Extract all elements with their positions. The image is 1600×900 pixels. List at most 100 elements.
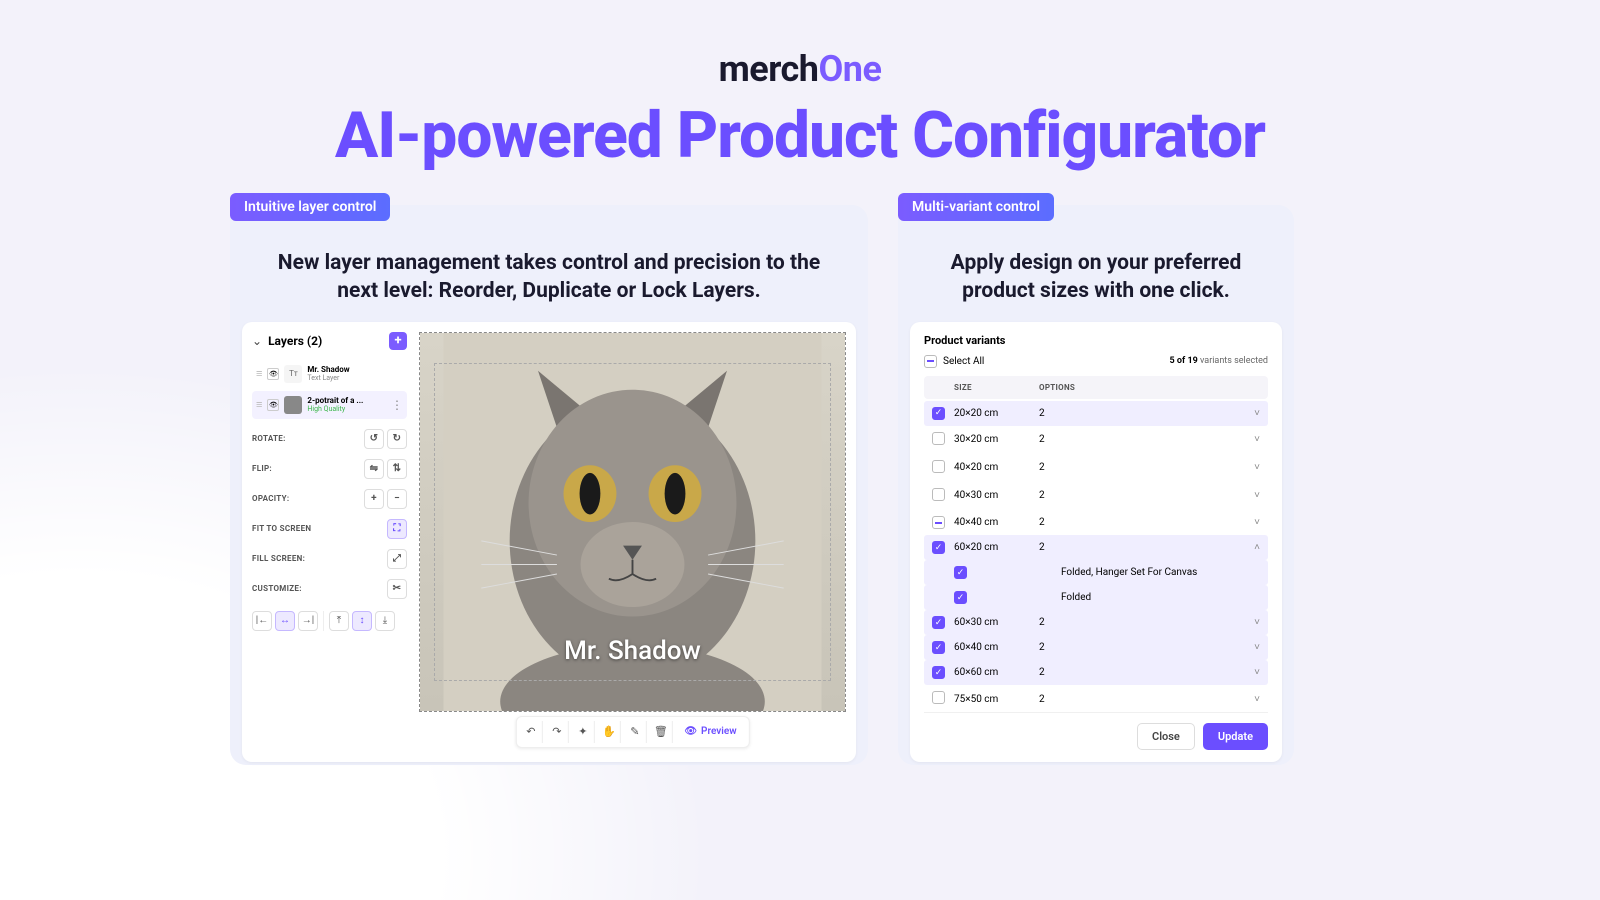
- variant-size: 40×30 cm: [954, 490, 1039, 501]
- variant-options: Folded, Hanger Set For Canvas: [1061, 567, 1240, 578]
- more-icon[interactable]: ⋮: [391, 398, 403, 412]
- layer-row[interactable]: ≡ 👁 2-potrait of a ... High Quality ⋮: [252, 391, 407, 419]
- layer-name: 2-potrait of a ...: [307, 396, 386, 405]
- chevron-down-icon[interactable]: ˅: [1254, 617, 1260, 628]
- variant-checkbox[interactable]: ✓: [932, 641, 945, 654]
- chevron-down-icon[interactable]: ˅: [1254, 490, 1260, 501]
- variant-row[interactable]: ✓60×40 cm2˅: [924, 635, 1268, 660]
- right-pill: Multi-variant control: [898, 193, 1054, 221]
- redo-button[interactable]: ↷: [546, 721, 568, 743]
- preview-button[interactable]: 👁 Preview: [676, 726, 744, 737]
- variant-row[interactable]: ✓ 60×20 cm2 ˄: [924, 535, 1268, 560]
- variant-row[interactable]: 40×40 cm2˅: [924, 510, 1268, 536]
- variant-options: 2: [1039, 542, 1240, 553]
- fill-screen-button[interactable]: ⤢: [387, 549, 407, 569]
- hand-button[interactable]: ✋: [598, 721, 620, 743]
- opacity-up-button[interactable]: +: [364, 489, 384, 509]
- variant-row[interactable]: ✓60×60 cm2˅: [924, 660, 1268, 685]
- chevron-down-icon[interactable]: ˅: [1254, 517, 1260, 528]
- undo-button[interactable]: ↶: [520, 721, 542, 743]
- canvas-area[interactable]: Mr. Shadow ↶ ↷ ✦ ✋ ✎ 🗑 👁 Preview: [419, 332, 846, 752]
- variant-size: 40×20 cm: [954, 462, 1039, 473]
- safe-area-frame: [434, 363, 831, 681]
- chevron-down-icon[interactable]: ˅: [1254, 434, 1260, 445]
- chevron-down-icon[interactable]: ˅: [1254, 462, 1260, 473]
- layer-control-panel: Intuitive layer control New layer manage…: [230, 205, 868, 765]
- col-options: OPTIONS: [1039, 383, 1240, 392]
- rotate-cw-button[interactable]: ↻: [387, 429, 407, 449]
- variant-options: 2: [1039, 462, 1240, 473]
- eye-icon: 👁: [684, 726, 697, 737]
- visibility-toggle[interactable]: 👁: [267, 399, 279, 411]
- close-button[interactable]: Close: [1137, 723, 1195, 750]
- align-bottom-button[interactable]: ⤓: [375, 611, 395, 631]
- select-all-checkbox[interactable]: [924, 355, 937, 368]
- align-left-button[interactable]: |←: [252, 611, 272, 631]
- layers-sidebar: ⌄ Layers (2) + ≡ 👁 Tт Mr. Shadow Text La…: [252, 332, 407, 752]
- drag-handle-icon[interactable]: ≡: [256, 399, 262, 410]
- variant-checkbox[interactable]: [932, 460, 945, 473]
- align-center-h-button[interactable]: ↔: [275, 611, 295, 631]
- rotate-ccw-button[interactable]: ↺: [364, 429, 384, 449]
- col-size: SIZE: [954, 383, 1039, 392]
- variant-row[interactable]: 40×30 cm2 ˅: [924, 482, 1268, 510]
- chevron-down-icon[interactable]: ˅: [1254, 408, 1260, 419]
- variant-size: 60×20 cm: [954, 542, 1039, 553]
- chevron-down-icon[interactable]: ⌄: [252, 334, 262, 348]
- align-right-button[interactable]: →|: [298, 611, 318, 631]
- fit-screen-button[interactable]: ⛶: [387, 519, 407, 539]
- variant-row[interactable]: 40×20 cm2 ˅: [924, 454, 1268, 482]
- variant-checkbox[interactable]: [932, 432, 945, 445]
- variant-row[interactable]: ✓20×20 cm2˅: [924, 401, 1268, 426]
- variant-row[interactable]: 75×50 cm2˅: [924, 685, 1268, 712]
- variant-checkbox[interactable]: [932, 516, 945, 529]
- variant-size: 20×20 cm: [954, 408, 1039, 419]
- flip-v-button[interactable]: ⇅: [387, 459, 407, 479]
- update-button[interactable]: Update: [1203, 723, 1268, 750]
- magic-button[interactable]: ✦: [572, 721, 594, 743]
- canvas-caption[interactable]: Mr. Shadow: [420, 636, 845, 666]
- variant-checkbox[interactable]: ✓: [954, 591, 967, 604]
- variant-control-panel: Multi-variant control Apply design on yo…: [898, 205, 1294, 765]
- variant-subrow[interactable]: ✓ Folded: [924, 585, 1268, 610]
- chevron-down-icon[interactable]: ˅: [1254, 694, 1260, 705]
- add-layer-button[interactable]: +: [389, 332, 407, 350]
- brand-logo: merchOne: [0, 48, 1600, 90]
- customize-button[interactable]: ✂: [387, 579, 407, 599]
- variant-row[interactable]: 30×20 cm2˅: [924, 426, 1268, 454]
- variants-title: Product variants: [924, 334, 1268, 347]
- flip-h-button[interactable]: ⇋: [364, 459, 384, 479]
- customize-label: CUSTOMIZE:: [252, 584, 302, 593]
- visibility-toggle[interactable]: 👁: [267, 368, 279, 380]
- drag-handle-icon[interactable]: ≡: [256, 368, 262, 379]
- layer-name: Mr. Shadow: [307, 365, 403, 374]
- chevron-up-icon[interactable]: ˄: [1254, 542, 1260, 553]
- variant-subrow[interactable]: ✓ Folded, Hanger Set For Canvas: [924, 560, 1268, 585]
- variant-options: Folded: [1061, 592, 1240, 603]
- variant-options: 2: [1039, 490, 1240, 501]
- variant-checkbox[interactable]: ✓: [932, 541, 945, 554]
- align-top-button[interactable]: ⤒: [329, 611, 349, 631]
- variant-checkbox[interactable]: ✓: [932, 666, 945, 679]
- chevron-down-icon[interactable]: ˅: [1254, 642, 1260, 653]
- variant-options: 2: [1039, 517, 1240, 528]
- layers-header: Layers (2): [268, 334, 383, 348]
- variant-checkbox[interactable]: [932, 691, 945, 704]
- variant-row[interactable]: ✓60×30 cm2˅: [924, 610, 1268, 635]
- fill-label: FILL SCREEN:: [252, 554, 305, 563]
- align-center-v-button[interactable]: ↕: [352, 611, 372, 631]
- variants-card: Product variants Select All 5 of 19 vari…: [910, 322, 1282, 762]
- variants-table-body: ✓20×20 cm2˅30×20 cm2˅40×20 cm2˅40×30 cm2…: [924, 401, 1268, 712]
- variant-size: 60×40 cm: [954, 642, 1039, 653]
- variant-checkbox[interactable]: ✓: [932, 616, 945, 629]
- variant-checkbox[interactable]: ✓: [932, 407, 945, 420]
- layer-row[interactable]: ≡ 👁 Tт Mr. Shadow Text Layer: [252, 360, 407, 388]
- opacity-down-button[interactable]: −: [387, 489, 407, 509]
- layer-sub: High Quality: [307, 405, 386, 413]
- select-all-label[interactable]: Select All: [943, 356, 984, 367]
- variant-checkbox[interactable]: [932, 488, 945, 501]
- delete-button[interactable]: 🗑: [650, 721, 672, 743]
- edit-button[interactable]: ✎: [624, 721, 646, 743]
- chevron-down-icon[interactable]: ˅: [1254, 667, 1260, 678]
- variant-checkbox[interactable]: ✓: [954, 566, 967, 579]
